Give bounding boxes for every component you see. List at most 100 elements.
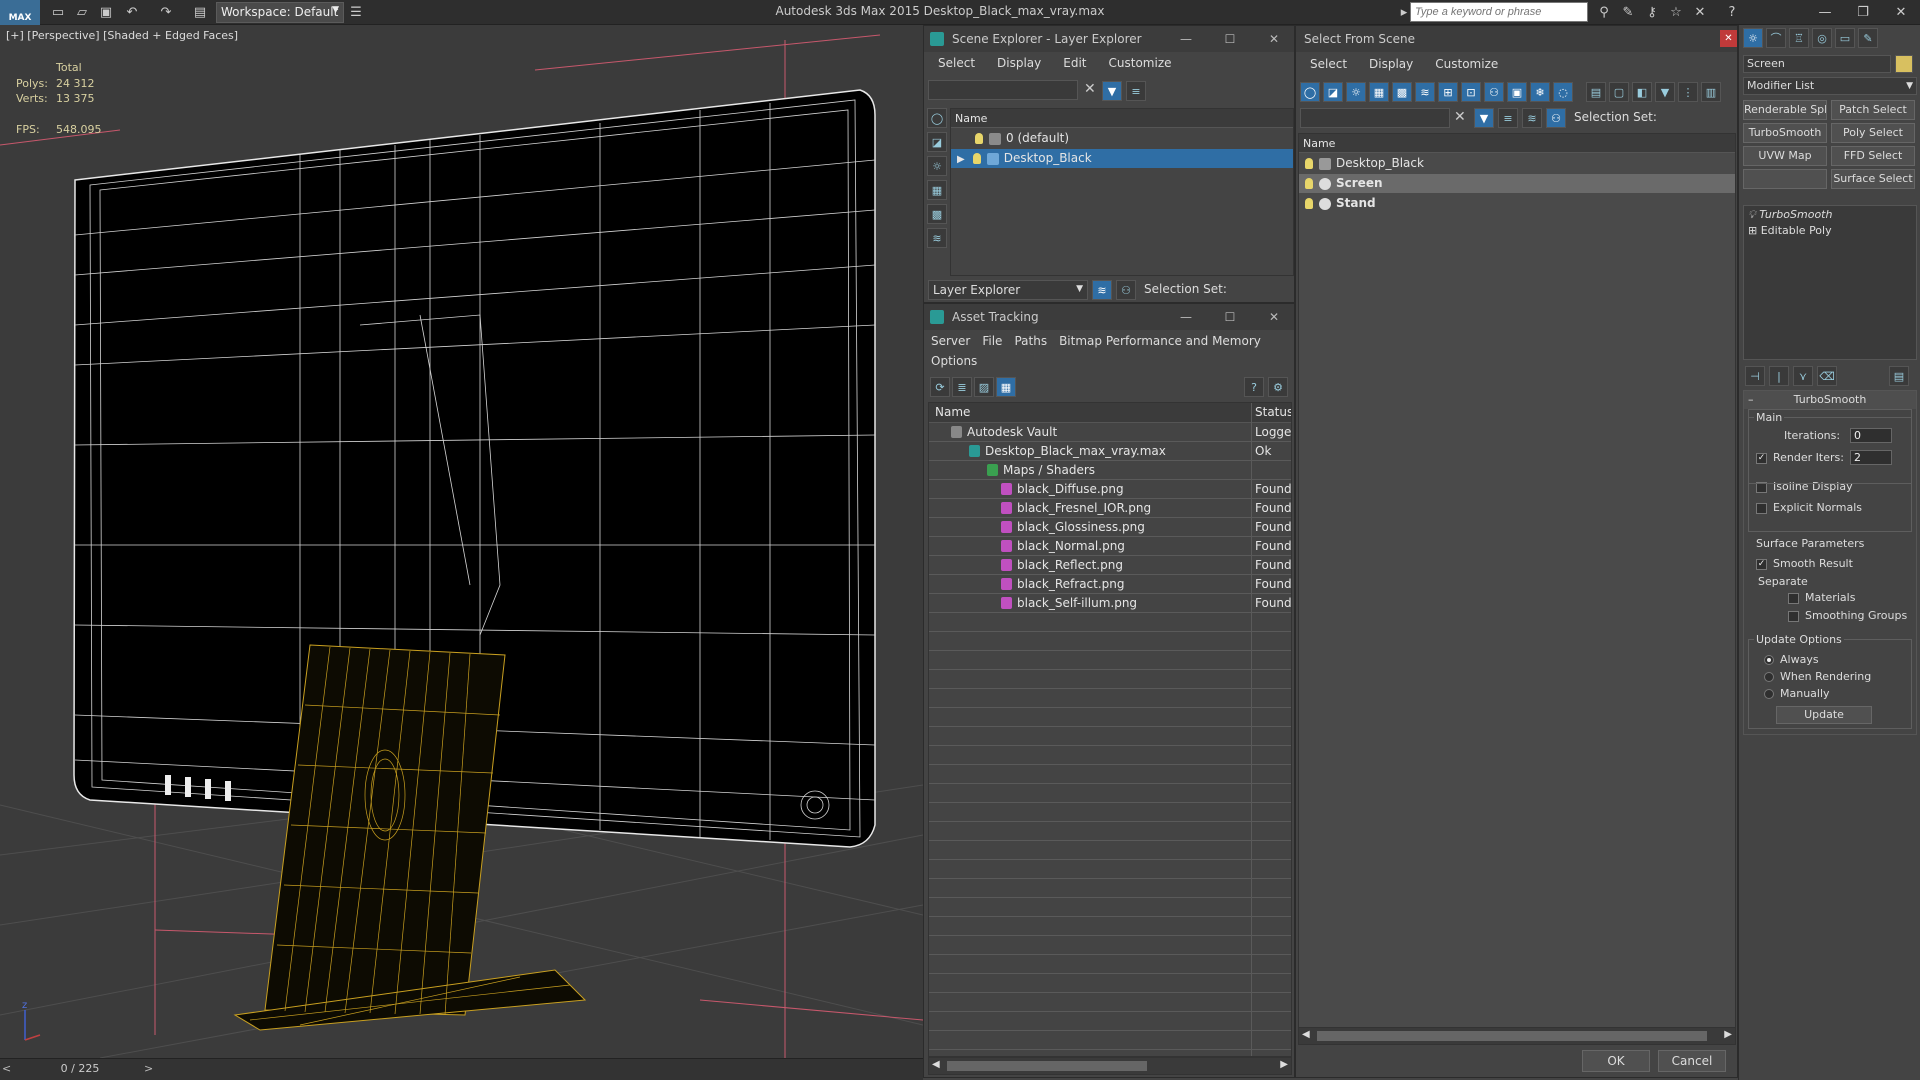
column-name[interactable]: Name [935, 403, 970, 422]
close-icon[interactable]: ✕ [1720, 30, 1737, 47]
clear-search-icon[interactable]: ✕ [1084, 81, 1096, 97]
modifier-button-5[interactable]: FFD Select [1831, 146, 1915, 166]
modifier-button-6[interactable] [1743, 169, 1827, 189]
menu-customize[interactable]: Customize [1109, 56, 1172, 70]
object-name-field[interactable]: Screen [1743, 55, 1891, 73]
display-cameras-icon[interactable]: ▦ [927, 180, 947, 200]
hierarchy-view-icon[interactable]: ⚇ [1116, 280, 1136, 300]
find-case-icon[interactable]: ≡ [1498, 108, 1518, 128]
save-icon[interactable]: ▣ [96, 3, 116, 22]
minimize-icon[interactable]: — [1806, 0, 1844, 25]
filter-filter-options-icon[interactable]: ▼ [1655, 82, 1675, 102]
star-icon[interactable]: ☆ [1666, 3, 1686, 22]
menu-select[interactable]: Select [938, 56, 975, 70]
radio-unselected[interactable] [1764, 672, 1774, 682]
table-row[interactable]: black_Reflect.png Found [929, 556, 1291, 575]
horizontal-scrollbar[interactable]: ◀ ▶ [928, 1057, 1292, 1075]
filter-lights-icon[interactable]: ☼ [1346, 82, 1366, 102]
app-logo[interactable]: MAX [0, 0, 40, 25]
hierarchy-icon[interactable]: ⚇ [1546, 108, 1566, 128]
clear-search-icon[interactable]: ✕ [1454, 109, 1466, 125]
table-row[interactable]: black_Fresnel_IOR.png Found [929, 499, 1291, 518]
restore-icon[interactable]: ❐ [1844, 0, 1882, 25]
column-name[interactable]: Name [1299, 134, 1735, 153]
menu-file[interactable]: File [982, 334, 1002, 348]
utilities-tab-icon[interactable]: ✎ [1858, 28, 1878, 48]
create-tab-icon[interactable]: ☼ [1743, 28, 1763, 48]
menu-arrow-icon[interactable]: ☰ [346, 3, 366, 22]
table-row[interactable]: Maps / Shaders [929, 461, 1291, 480]
minimize-icon[interactable]: — [1164, 304, 1208, 330]
pin-stack-icon[interactable]: ⊣ [1745, 366, 1765, 386]
table-row[interactable]: black_Refract.png Found [929, 575, 1291, 594]
column-separator[interactable] [1251, 403, 1252, 1056]
minimize-icon[interactable]: — [1164, 26, 1208, 52]
filter-shapes-icon[interactable]: ◪ [1323, 82, 1343, 102]
filter-hierarchy-sort-icon[interactable]: ⋮ [1678, 82, 1698, 102]
modify-tab-icon[interactable]: ⌒ [1766, 28, 1786, 48]
menu-display[interactable]: Display [997, 56, 1041, 70]
light-bulb-icon[interactable] [972, 153, 981, 164]
display-layers-icon[interactable]: ≋ [927, 228, 947, 248]
maximize-icon[interactable]: ☐ [1208, 304, 1252, 330]
exchange-icon[interactable]: ✕ [1690, 3, 1710, 22]
when-rendering-radio[interactable]: When Rendering [1764, 670, 1871, 683]
scene-explorer-titlebar[interactable]: Scene Explorer - Layer Explorer — ☐ ✕ [924, 26, 1294, 52]
display-helpers-icon[interactable]: ▩ [927, 204, 947, 224]
layer-row-desktop-black[interactable]: ▶ Desktop_Black [951, 149, 1293, 168]
frame-counter[interactable]: 0 / 225 [10, 1062, 150, 1078]
object-row-desktop-black[interactable]: Desktop_Black [1299, 154, 1735, 173]
new-file-icon[interactable]: ▭ [48, 3, 68, 22]
close-icon[interactable]: ✕ [1252, 304, 1296, 330]
explorer-type-dropdown[interactable]: Layer Explorer ▼ [928, 280, 1088, 300]
filter-bones-icon[interactable]: ⚇ [1484, 82, 1504, 102]
menu-select[interactable]: Select [1310, 57, 1347, 71]
make-unique-icon[interactable]: ⋎ [1793, 366, 1813, 386]
collapse-icon[interactable]: – [1748, 391, 1754, 409]
radio-selected[interactable] [1764, 655, 1774, 665]
radio-unselected[interactable] [1764, 689, 1774, 699]
always-radio[interactable]: Always [1764, 653, 1819, 666]
close-icon[interactable]: ✕ [1882, 0, 1920, 25]
search-input[interactable] [1410, 2, 1588, 22]
perspective-viewport[interactable]: z [+] [Perspective] [Shaded + Edged Face… [0, 25, 923, 1058]
scroll-thumb[interactable] [1317, 1031, 1707, 1041]
select-search-input[interactable] [1300, 108, 1450, 128]
project-folder-icon[interactable]: ▤ [190, 3, 210, 22]
modifier-button-2[interactable]: TurboSmooth [1743, 123, 1827, 143]
filter-columns-icon[interactable]: ▥ [1701, 82, 1721, 102]
table-row[interactable]: Desktop_Black_max_vray.max Ok [929, 442, 1291, 461]
materials-checkbox[interactable]: Materials [1788, 591, 1855, 604]
column-name[interactable]: Name [951, 109, 1293, 128]
table-view-icon[interactable]: ▦ [996, 377, 1016, 397]
key-icon[interactable]: ⚷ [1642, 3, 1662, 22]
settings-icon[interactable]: ⚙ [1268, 377, 1288, 397]
checkbox-unchecked[interactable] [1756, 502, 1767, 514]
filter-containers-icon[interactable]: ▣ [1507, 82, 1527, 102]
binoculars-icon[interactable]: ⚲ [1594, 3, 1614, 22]
menu-paths[interactable]: Paths [1014, 334, 1047, 348]
display-shapes-icon[interactable]: ◪ [927, 132, 947, 152]
table-row[interactable]: black_Self-illum.png Found [929, 594, 1291, 613]
remove-modifier-icon[interactable]: ⌫ [1817, 366, 1837, 386]
filter-groups-icon[interactable]: ⊞ [1438, 82, 1458, 102]
table-row[interactable]: Autodesk Vault Logged [929, 423, 1291, 442]
stack-item-turbosmooth[interactable]: 💡︎ TurboSmooth [1748, 208, 1832, 222]
checkbox-unchecked[interactable] [1788, 610, 1799, 622]
filter-invert-icon[interactable]: ◧ [1632, 82, 1652, 102]
filter-hidden-icon[interactable]: ◌ [1553, 82, 1573, 102]
viewport-label[interactable]: [+] [Perspective] [Shaded + Edged Faces] [6, 29, 238, 42]
menu-customize[interactable]: Customize [1435, 57, 1498, 71]
filter-cameras-icon[interactable]: ▦ [1369, 82, 1389, 102]
object-row-stand[interactable]: Stand [1299, 194, 1735, 213]
show-end-result-icon[interactable]: | [1769, 366, 1789, 386]
thumbnail-view-icon[interactable]: ▨ [974, 377, 994, 397]
list-view-icon[interactable]: ≣ [952, 377, 972, 397]
display-geometry-icon[interactable]: ◯ [927, 108, 947, 128]
open-file-icon[interactable]: ▱ [72, 3, 92, 22]
light-bulb-icon[interactable] [1305, 198, 1313, 209]
next-frame-icon[interactable]: > [144, 1062, 153, 1075]
expand-arrow-icon[interactable]: ▶ [957, 154, 965, 165]
scroll-right-icon[interactable]: ▶ [1724, 1029, 1732, 1040]
checkbox-checked[interactable]: ✓ [1756, 558, 1767, 570]
